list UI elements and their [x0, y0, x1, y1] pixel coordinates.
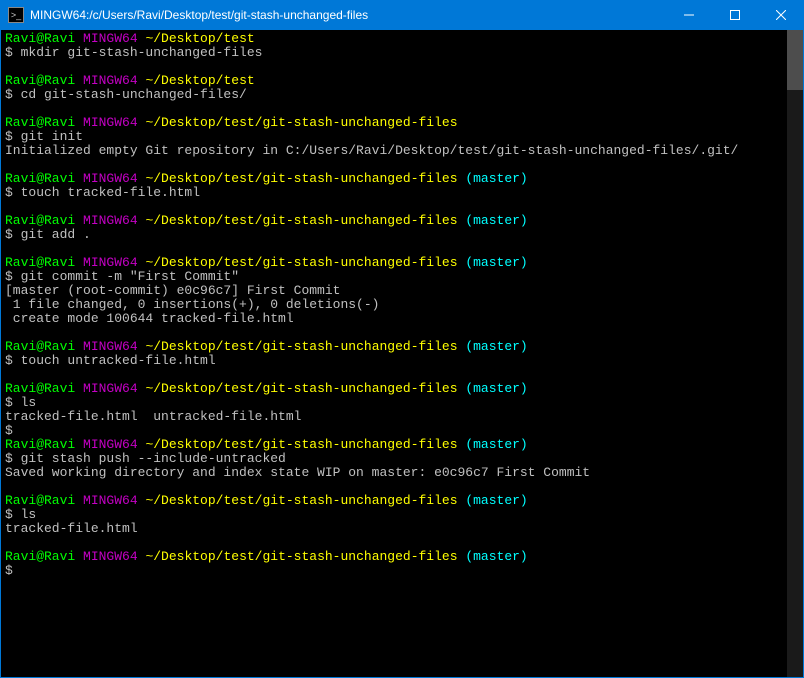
window-controls	[666, 0, 804, 30]
terminal-area: Ravi@Ravi MINGW64 ~/Desktop/test $ mkdir…	[1, 30, 803, 677]
close-button[interactable]	[758, 0, 804, 30]
close-icon	[776, 10, 786, 20]
scrollbar-track[interactable]	[787, 30, 803, 677]
minimize-button[interactable]	[666, 0, 712, 30]
terminal-output[interactable]: Ravi@Ravi MINGW64 ~/Desktop/test $ mkdir…	[1, 30, 803, 677]
window-titlebar: >_ MINGW64:/c/Users/Ravi/Desktop/test/gi…	[0, 0, 804, 30]
minimize-icon	[684, 10, 694, 20]
maximize-button[interactable]	[712, 0, 758, 30]
maximize-icon	[730, 10, 740, 20]
window-title: MINGW64:/c/Users/Ravi/Desktop/test/git-s…	[30, 8, 666, 22]
scrollbar-thumb[interactable]	[787, 30, 803, 90]
terminal-icon: >_	[8, 7, 24, 23]
